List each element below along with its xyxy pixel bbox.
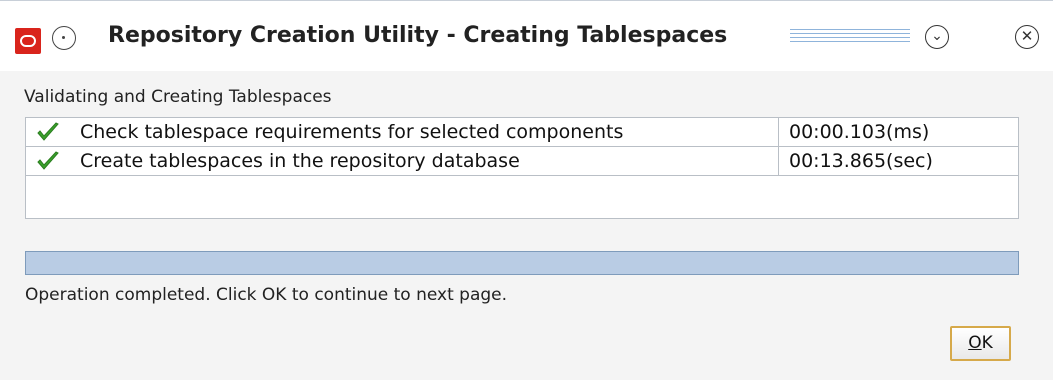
cell-divider: [778, 118, 779, 147]
progress-fill: [26, 252, 1018, 274]
task-label: Check tablespace requirements for select…: [80, 121, 624, 143]
window-title: Repository Creation Utility - Creating T…: [108, 23, 728, 48]
task-time: 00:13.865(sec): [789, 150, 933, 172]
ok-mnemonic: O: [968, 333, 982, 353]
title-decoration: [790, 29, 910, 47]
task-table: Check tablespace requirements for select…: [25, 117, 1019, 219]
green-check-icon: [37, 151, 59, 170]
table-row: Check tablespace requirements for select…: [26, 118, 1018, 147]
cell-divider: [778, 147, 779, 176]
section-label: Validating and Creating Tablespaces: [24, 87, 332, 107]
rcu-dialog: Repository Creation Utility - Creating T…: [0, 0, 1053, 380]
ok-button[interactable]: OK: [950, 326, 1011, 361]
task-label: Create tablespaces in the repository dat…: [80, 150, 520, 172]
close-icon[interactable]: ✕: [1015, 25, 1039, 49]
table-row: Create tablespaces in the repository dat…: [26, 147, 1018, 176]
window-menu-icon[interactable]: [52, 26, 76, 50]
task-time: 00:00.103(ms): [789, 121, 930, 143]
minimize-icon[interactable]: ⌄: [925, 25, 949, 49]
progress-bar: [25, 251, 1019, 275]
status-text: Operation completed. Click OK to continu…: [25, 285, 508, 305]
oracle-logo-icon: [15, 28, 41, 54]
green-check-icon: [37, 122, 59, 141]
title-bar: Repository Creation Utility - Creating T…: [0, 1, 1053, 71]
ok-label-rest: K: [981, 333, 993, 353]
